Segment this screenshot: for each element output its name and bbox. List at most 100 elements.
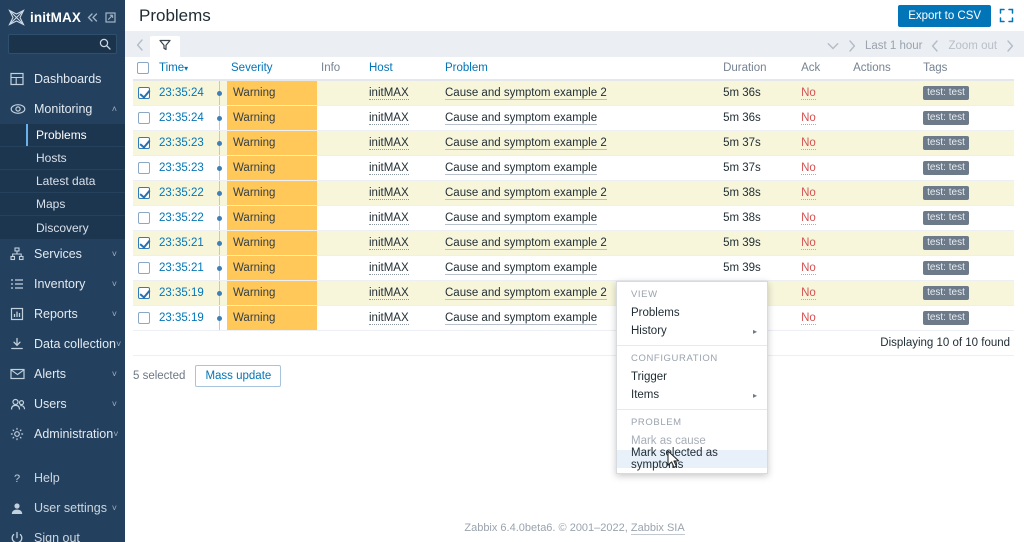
row-checkbox[interactable] [138, 312, 150, 324]
row-select-cell[interactable] [133, 106, 155, 131]
cell-ack[interactable]: No [797, 131, 849, 156]
cell-problem[interactable]: Cause and symptom example [441, 156, 719, 181]
time-link[interactable]: 23:35:23 [159, 137, 204, 149]
tag-badge[interactable]: test: test [923, 86, 969, 100]
row-checkbox[interactable] [138, 262, 150, 274]
cell-time[interactable]: 23:35:23 [155, 156, 213, 181]
sidebar-item-inventory[interactable]: Inventory ˅ [0, 269, 125, 299]
time-link[interactable]: 23:35:21 [159, 237, 204, 249]
problem-link[interactable]: Cause and symptom example [445, 112, 597, 125]
row-checkbox[interactable] [138, 237, 150, 249]
sidebar-item-problems[interactable]: Problems [0, 124, 125, 147]
ack-link[interactable]: No [801, 112, 816, 125]
kiosk-expand-icon[interactable] [999, 8, 1014, 23]
table-row[interactable]: 23:35:22WarninginitMAXCause and symptom … [133, 181, 1014, 206]
time-link[interactable]: 23:35:24 [159, 87, 204, 99]
problem-link[interactable]: Cause and symptom example [445, 312, 597, 325]
host-link[interactable]: initMAX [369, 162, 409, 175]
cell-ack[interactable]: No [797, 281, 849, 306]
cell-problem[interactable]: Cause and symptom example 2 [441, 80, 719, 106]
context-menu-item[interactable]: Items▸ [617, 386, 767, 404]
ack-link[interactable]: No [801, 287, 816, 300]
host-link[interactable]: initMAX [369, 312, 409, 325]
table-row[interactable]: 23:35:21WarninginitMAXCause and symptom … [133, 256, 1014, 281]
ack-link[interactable]: No [801, 262, 816, 275]
cell-host[interactable]: initMAX [365, 281, 441, 306]
sidebar-item-discovery[interactable]: Discovery [0, 216, 125, 239]
time-next-icon[interactable] [1006, 40, 1014, 52]
sidebar-item-dashboards[interactable]: Dashboards [0, 64, 125, 94]
table-row[interactable]: 23:35:23WarninginitMAXCause and symptom … [133, 131, 1014, 156]
time-link[interactable]: 23:35:22 [159, 187, 204, 199]
sidebar-item-reports[interactable]: Reports ˅ [0, 299, 125, 329]
cell-problem[interactable]: Cause and symptom example 2 [441, 181, 719, 206]
problem-link[interactable]: Cause and symptom example [445, 162, 597, 175]
zoom-out-button[interactable]: Zoom out [948, 40, 997, 52]
cell-time[interactable]: 23:35:23 [155, 131, 213, 156]
tag-badge[interactable]: test: test [923, 261, 969, 275]
tag-badge[interactable]: test: test [923, 111, 969, 125]
row-checkbox[interactable] [138, 287, 150, 299]
select-all-checkbox[interactable] [137, 62, 149, 74]
cell-ack[interactable]: No [797, 206, 849, 231]
cell-host[interactable]: initMAX [365, 206, 441, 231]
time-link[interactable]: 23:35:19 [159, 312, 204, 324]
column-header-time[interactable]: Time▾ [155, 57, 213, 80]
collapse-panel-icon[interactable] [105, 12, 116, 23]
cell-time[interactable]: 23:35:22 [155, 181, 213, 206]
cell-time[interactable]: 23:35:19 [155, 306, 213, 331]
row-select-cell[interactable] [133, 281, 155, 306]
context-menu-item[interactable]: History▸ [617, 322, 767, 340]
host-link[interactable]: initMAX [369, 262, 409, 275]
problem-link[interactable]: Cause and symptom example 2 [445, 187, 607, 200]
cell-host[interactable]: initMAX [365, 306, 441, 331]
host-link[interactable]: initMAX [369, 137, 409, 150]
time-range-label[interactable]: Last 1 hour [865, 40, 923, 52]
cell-ack[interactable]: No [797, 181, 849, 206]
tag-badge[interactable]: test: test [923, 136, 969, 150]
cell-host[interactable]: initMAX [365, 80, 441, 106]
host-link[interactable]: initMAX [369, 87, 409, 100]
tag-badge[interactable]: test: test [923, 236, 969, 250]
row-select-cell[interactable] [133, 206, 155, 231]
time-link[interactable]: 23:35:23 [159, 162, 204, 174]
row-select-cell[interactable] [133, 231, 155, 256]
host-link[interactable]: initMAX [369, 237, 409, 250]
table-row[interactable]: 23:35:23WarninginitMAXCause and symptom … [133, 156, 1014, 181]
time-link[interactable]: 23:35:22 [159, 212, 204, 224]
table-row[interactable]: 23:35:22WarninginitMAXCause and symptom … [133, 206, 1014, 231]
host-link[interactable]: initMAX [369, 287, 409, 300]
context-menu-item[interactable]: Trigger [617, 368, 767, 386]
cell-time[interactable]: 23:35:19 [155, 281, 213, 306]
ack-link[interactable]: No [801, 312, 816, 325]
cell-ack[interactable]: No [797, 306, 849, 331]
cell-host[interactable]: initMAX [365, 156, 441, 181]
sidebar-item-alerts[interactable]: Alerts ˅ [0, 359, 125, 389]
cell-problem[interactable]: Cause and symptom example [441, 106, 719, 131]
context-menu-item[interactable]: Mark selected as symptoms [617, 450, 767, 468]
cell-host[interactable]: initMAX [365, 131, 441, 156]
time-link[interactable]: 23:35:24 [159, 112, 204, 124]
cell-problem[interactable]: Cause and symptom example [441, 206, 719, 231]
tag-badge[interactable]: test: test [923, 286, 969, 300]
context-menu-item[interactable]: Problems [617, 304, 767, 322]
cell-host[interactable]: initMAX [365, 181, 441, 206]
tag-badge[interactable]: test: test [923, 161, 969, 175]
column-header-problem[interactable]: Problem [441, 57, 719, 80]
sidebar-item-services[interactable]: Services ˅ [0, 239, 125, 269]
problem-link[interactable]: Cause and symptom example 2 [445, 137, 607, 150]
table-row[interactable]: 23:35:19WarninginitMAXCause and symptom … [133, 306, 1014, 331]
column-header-severity[interactable]: Severity [227, 57, 317, 80]
sidebar-item-maps[interactable]: Maps [0, 193, 125, 216]
ack-link[interactable]: No [801, 162, 816, 175]
chevron-right-icon[interactable] [848, 40, 856, 52]
ack-link[interactable]: No [801, 87, 816, 100]
time-link[interactable]: 23:35:21 [159, 262, 204, 274]
cell-host[interactable]: initMAX [365, 231, 441, 256]
row-checkbox[interactable] [138, 212, 150, 224]
time-link[interactable]: 23:35:19 [159, 287, 204, 299]
problem-link[interactable]: Cause and symptom example [445, 212, 597, 225]
cell-problem[interactable]: Cause and symptom example 2 [441, 131, 719, 156]
column-header-host[interactable]: Host [365, 57, 441, 80]
row-checkbox[interactable] [138, 162, 150, 174]
